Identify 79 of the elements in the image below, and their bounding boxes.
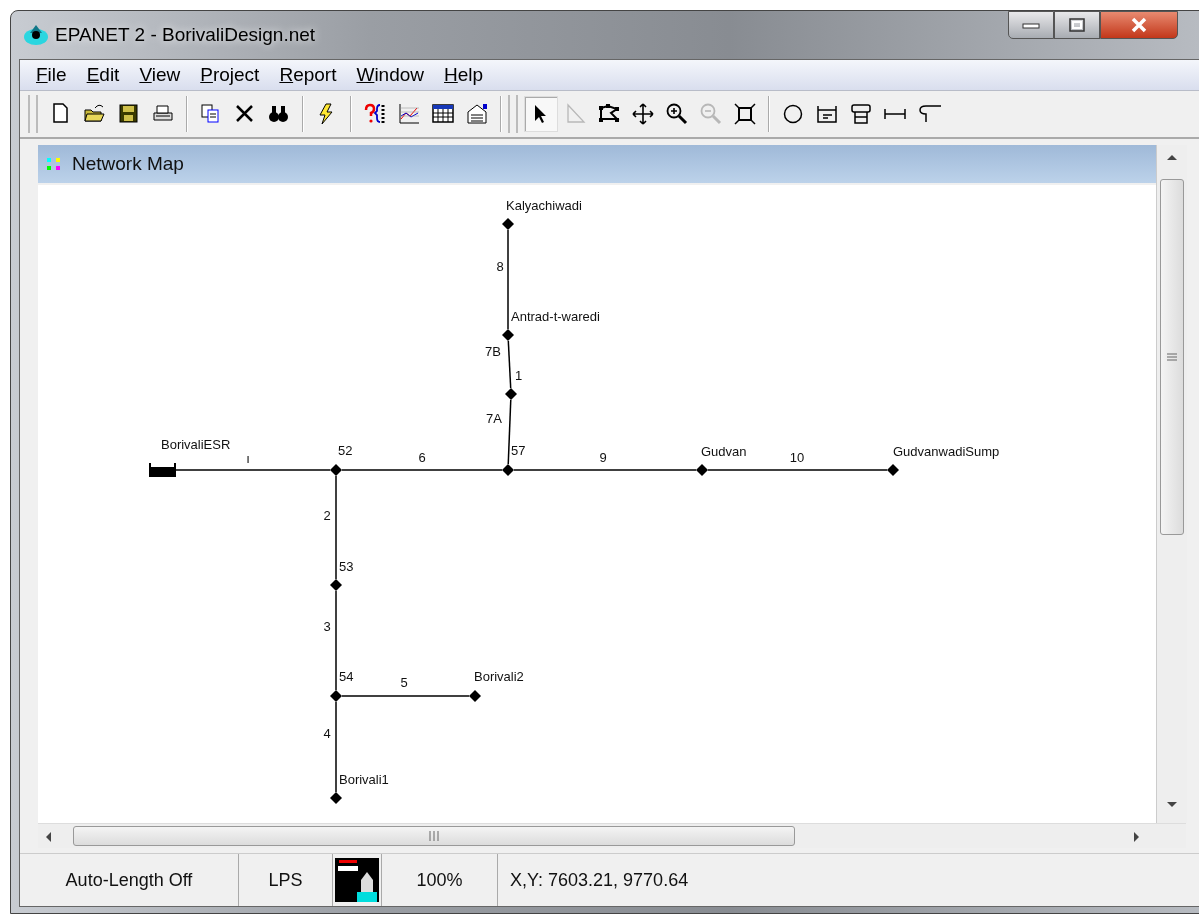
node-label: 57 [511,443,526,458]
pipe-label: 3 [323,619,331,634]
pipe-label: 7A [486,411,502,426]
flow-units-status: LPS [268,869,303,891]
junction-node[interactable] [887,464,899,476]
pipe-label: 8 [496,259,504,274]
maximize-button[interactable] [1054,11,1100,39]
junction-node[interactable] [502,464,514,476]
node-label: GudvanwadiSump [893,444,1000,459]
zoom-out-icon [699,102,723,126]
menu-item[interactable]: Window [348,64,437,86]
junction-icon [781,102,805,126]
toolbar-grip[interactable] [28,95,38,133]
junction-node[interactable] [696,464,708,476]
pipe-label: 2 [323,508,331,523]
node-label: Gudvan [701,444,747,459]
junction-node[interactable] [330,464,342,476]
pipe-label: ı [246,451,250,466]
node-label: BorivaliESR [161,437,231,452]
junction-node[interactable] [330,579,342,591]
scroll-left-icon[interactable] [44,831,52,843]
junction-node[interactable] [330,690,342,702]
coordinates-status: X,Y: 7603.21, 9770.64 [510,869,689,891]
map-window-icon [46,157,62,171]
node-label: Borivali1 [339,772,389,787]
graph-icon [397,102,421,126]
full-extent-icon [733,102,757,126]
menu-item[interactable]: Help [436,64,496,86]
pipe-label: 5 [400,675,408,690]
junction-node[interactable] [502,218,514,230]
node-label: Kalyachiwadi [506,198,582,213]
menu-item[interactable]: File [28,64,79,86]
node-label: 1 [515,368,523,383]
save-icon [117,102,141,126]
pipe-line[interactable] [507,399,512,465]
menu-item[interactable]: Edit [78,64,132,86]
pipe-line[interactable] [507,340,512,389]
scrollbar-thumb[interactable] [73,826,795,846]
pipe-label: 9 [599,450,607,465]
pipe-label: 6 [418,450,426,465]
pipe-label: 4 [323,726,331,741]
app-logo-icon [23,23,49,47]
node-label: 52 [338,443,353,458]
minimize-button[interactable] [1008,11,1054,39]
menu-item[interactable]: View [131,64,193,86]
pipe-label: 10 [789,450,805,465]
menu-item[interactable]: Project [192,64,272,86]
junction-node[interactable] [469,690,481,702]
window-title: EPANET 2 - BorivaliDesign.net [55,24,316,46]
junction-node[interactable] [505,388,517,400]
zoom-in-icon [665,102,689,126]
pipe-label: 7B [485,344,501,359]
minimize-icon [1021,21,1041,29]
zoom-level-status: 100% [416,869,463,891]
run-status-icon [335,858,379,902]
node-label: Borivali2 [474,669,524,684]
maximize-icon [1067,18,1087,32]
node-label: 53 [339,559,354,574]
pointer-button[interactable] [524,96,558,132]
scrollbar-thumb[interactable] [1160,179,1184,535]
map-window-title: Network Map [72,153,184,175]
auto-length-status: Auto-Length Off [65,869,193,891]
query-icon [363,102,387,126]
junction-node[interactable] [502,329,514,341]
node-label: Antrad-t-waredi [511,309,600,324]
scroll-right-icon[interactable] [1133,831,1141,843]
junction-node[interactable] [330,792,342,804]
node-label: 54 [339,669,354,684]
tank-icon [849,102,873,126]
vertical-scrollbar[interactable] [1156,145,1187,823]
table-icon [431,102,455,126]
options-icon [465,102,489,126]
scroll-down-icon[interactable] [1166,801,1178,809]
pan-icon [631,102,655,126]
close-button[interactable] [1100,11,1178,39]
scroll-up-icon[interactable] [1166,153,1178,161]
tank-node[interactable] [149,463,176,477]
menu-item[interactable]: Report [271,64,349,86]
toolbar-grip[interactable] [508,95,518,133]
